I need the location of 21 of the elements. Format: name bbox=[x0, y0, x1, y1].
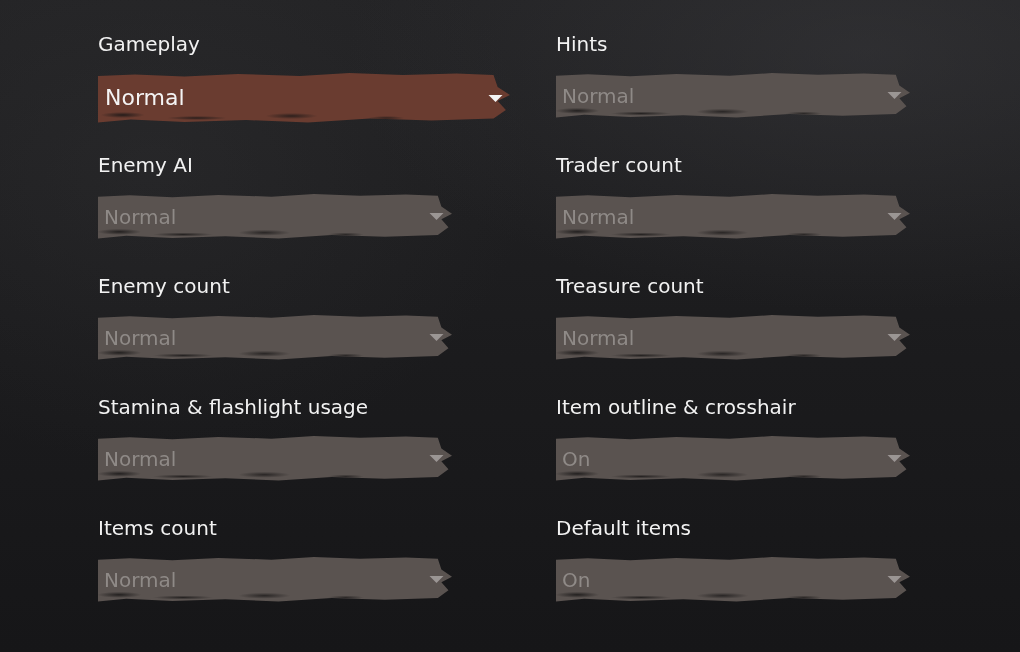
caret-icon bbox=[887, 213, 902, 220]
caret-icon bbox=[887, 92, 902, 99]
setting-label: Hints bbox=[556, 31, 608, 58]
caret-icon bbox=[429, 455, 444, 462]
setting-label: Enemy AI bbox=[98, 152, 193, 179]
setting-label: Treasure count bbox=[556, 273, 704, 300]
setting-label: Default items bbox=[556, 515, 692, 542]
caret-icon bbox=[887, 576, 902, 583]
caret-icon bbox=[887, 334, 902, 341]
setting-label: Gameplay bbox=[98, 31, 200, 58]
setting-label: Enemy count bbox=[98, 273, 230, 300]
caret-icon bbox=[429, 213, 444, 220]
select-dropdown[interactable]: Normal bbox=[98, 73, 510, 123]
caret-icon bbox=[887, 455, 902, 462]
setting-label: Items count bbox=[98, 515, 217, 542]
setting-label: Trader count bbox=[556, 152, 682, 179]
caret-icon bbox=[429, 334, 444, 341]
caret-icon bbox=[429, 576, 444, 583]
setting-label: Stamina & flashlight usage bbox=[98, 394, 369, 421]
setting-label: Item outline & crosshair bbox=[556, 394, 796, 421]
caret-icon bbox=[488, 94, 503, 102]
